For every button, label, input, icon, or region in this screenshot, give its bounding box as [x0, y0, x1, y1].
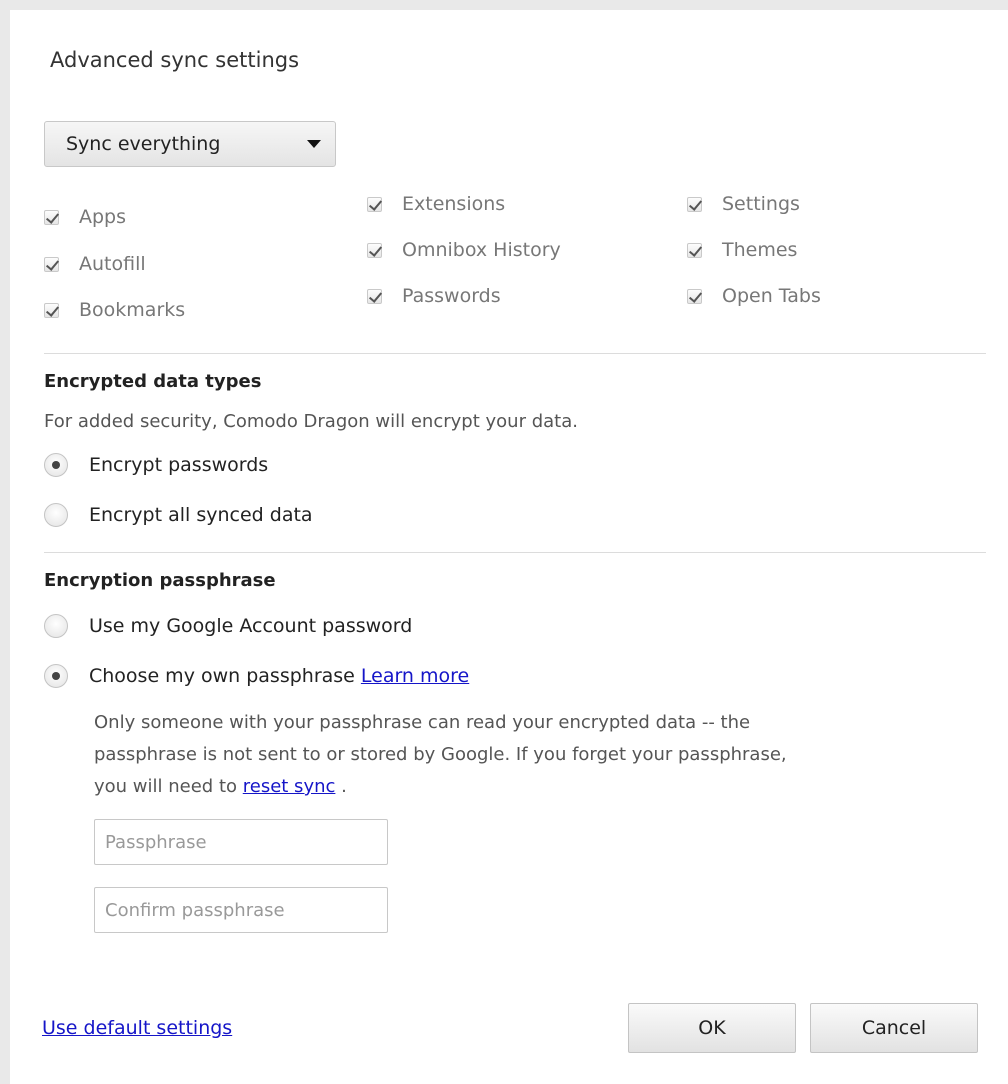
chevron-down-icon	[307, 140, 321, 148]
radio-label: Encrypt all synced data	[89, 504, 313, 526]
radio-label: Encrypt passwords	[89, 454, 269, 476]
reset-sync-link[interactable]: reset sync	[243, 776, 336, 797]
radio-encrypt-all[interactable]: Encrypt all synced data	[44, 503, 313, 527]
advanced-sync-settings-dialog: Advanced sync settings Sync everything A…	[10, 10, 1008, 1084]
checkbox-passwords[interactable]: Passwords	[367, 285, 501, 307]
checkbox-icon[interactable]	[367, 288, 382, 304]
window-top-border	[0, 0, 1008, 10]
checkbox-themes[interactable]: Themes	[687, 239, 797, 261]
use-default-settings-link[interactable]: Use default settings	[42, 1017, 232, 1039]
radio-label: Use my Google Account password	[89, 615, 413, 637]
checkbox-label: Apps	[79, 206, 127, 228]
radio-button-icon[interactable]	[44, 614, 68, 638]
checkbox-icon[interactable]	[687, 196, 702, 212]
radio-own-passphrase[interactable]: Choose my own passphrase Learn more	[44, 664, 469, 688]
checkbox-icon[interactable]	[44, 256, 59, 272]
radio-label: Choose my own passphrase	[89, 665, 355, 687]
checkbox-label: Open Tabs	[722, 285, 821, 307]
checkbox-label: Autofill	[79, 253, 146, 275]
checkbox-icon[interactable]	[367, 242, 382, 258]
info-line: Only someone with your passphrase can re…	[94, 712, 751, 733]
info-text: .	[341, 776, 347, 797]
checkbox-apps[interactable]: Apps	[44, 206, 126, 228]
checkbox-icon[interactable]	[367, 196, 382, 212]
checkbox-extensions[interactable]: Extensions	[367, 193, 505, 215]
info-text: you will need to	[94, 776, 238, 797]
encrypted-data-types-heading: Encrypted data types	[44, 371, 262, 392]
dialog-title: Advanced sync settings	[50, 48, 300, 72]
checkbox-label: Settings	[722, 193, 800, 215]
radio-google-password[interactable]: Use my Google Account password	[44, 614, 412, 638]
checkbox-label: Extensions	[402, 193, 506, 215]
encryption-passphrase-heading: Encryption passphrase	[44, 570, 276, 591]
passphrase-input[interactable]	[94, 819, 388, 865]
checkbox-label: Omnibox History	[402, 239, 561, 261]
checkbox-label: Passwords	[402, 285, 501, 307]
confirm-passphrase-input[interactable]	[94, 887, 388, 933]
info-line: passphrase is not sent to or stored by G…	[94, 744, 787, 765]
learn-more-link[interactable]: Learn more	[361, 665, 469, 687]
section-divider	[44, 552, 986, 553]
checkbox-label: Bookmarks	[79, 299, 186, 321]
checkbox-icon[interactable]	[687, 242, 702, 258]
ok-button[interactable]: OK	[628, 1003, 796, 1053]
checkbox-open-tabs[interactable]: Open Tabs	[687, 285, 821, 307]
passphrase-info: Only someone with your passphrase can re…	[94, 707, 914, 803]
checkbox-icon[interactable]	[44, 302, 59, 318]
checkbox-bookmarks[interactable]: Bookmarks	[44, 299, 185, 321]
cancel-button[interactable]: Cancel	[810, 1003, 978, 1053]
radio-button-icon[interactable]	[44, 453, 68, 477]
checkbox-settings[interactable]: Settings	[687, 193, 800, 215]
checkbox-icon[interactable]	[687, 288, 702, 304]
radio-button-icon[interactable]	[44, 503, 68, 527]
window-left-border	[0, 0, 10, 1084]
sync-mode-selected: Sync everything	[66, 133, 221, 155]
radio-button-icon[interactable]	[44, 664, 68, 688]
radio-encrypt-passwords[interactable]: Encrypt passwords	[44, 453, 268, 477]
section-divider	[44, 353, 986, 354]
info-line: you will need to reset sync .	[94, 771, 914, 803]
checkbox-label: Themes	[722, 239, 798, 261]
sync-mode-dropdown[interactable]: Sync everything	[44, 121, 336, 167]
checkbox-icon[interactable]	[44, 209, 59, 225]
checkbox-autofill[interactable]: Autofill	[44, 253, 146, 275]
encrypted-description: For added security, Comodo Dragon will e…	[44, 411, 578, 432]
checkbox-omnibox-history[interactable]: Omnibox History	[367, 239, 561, 261]
